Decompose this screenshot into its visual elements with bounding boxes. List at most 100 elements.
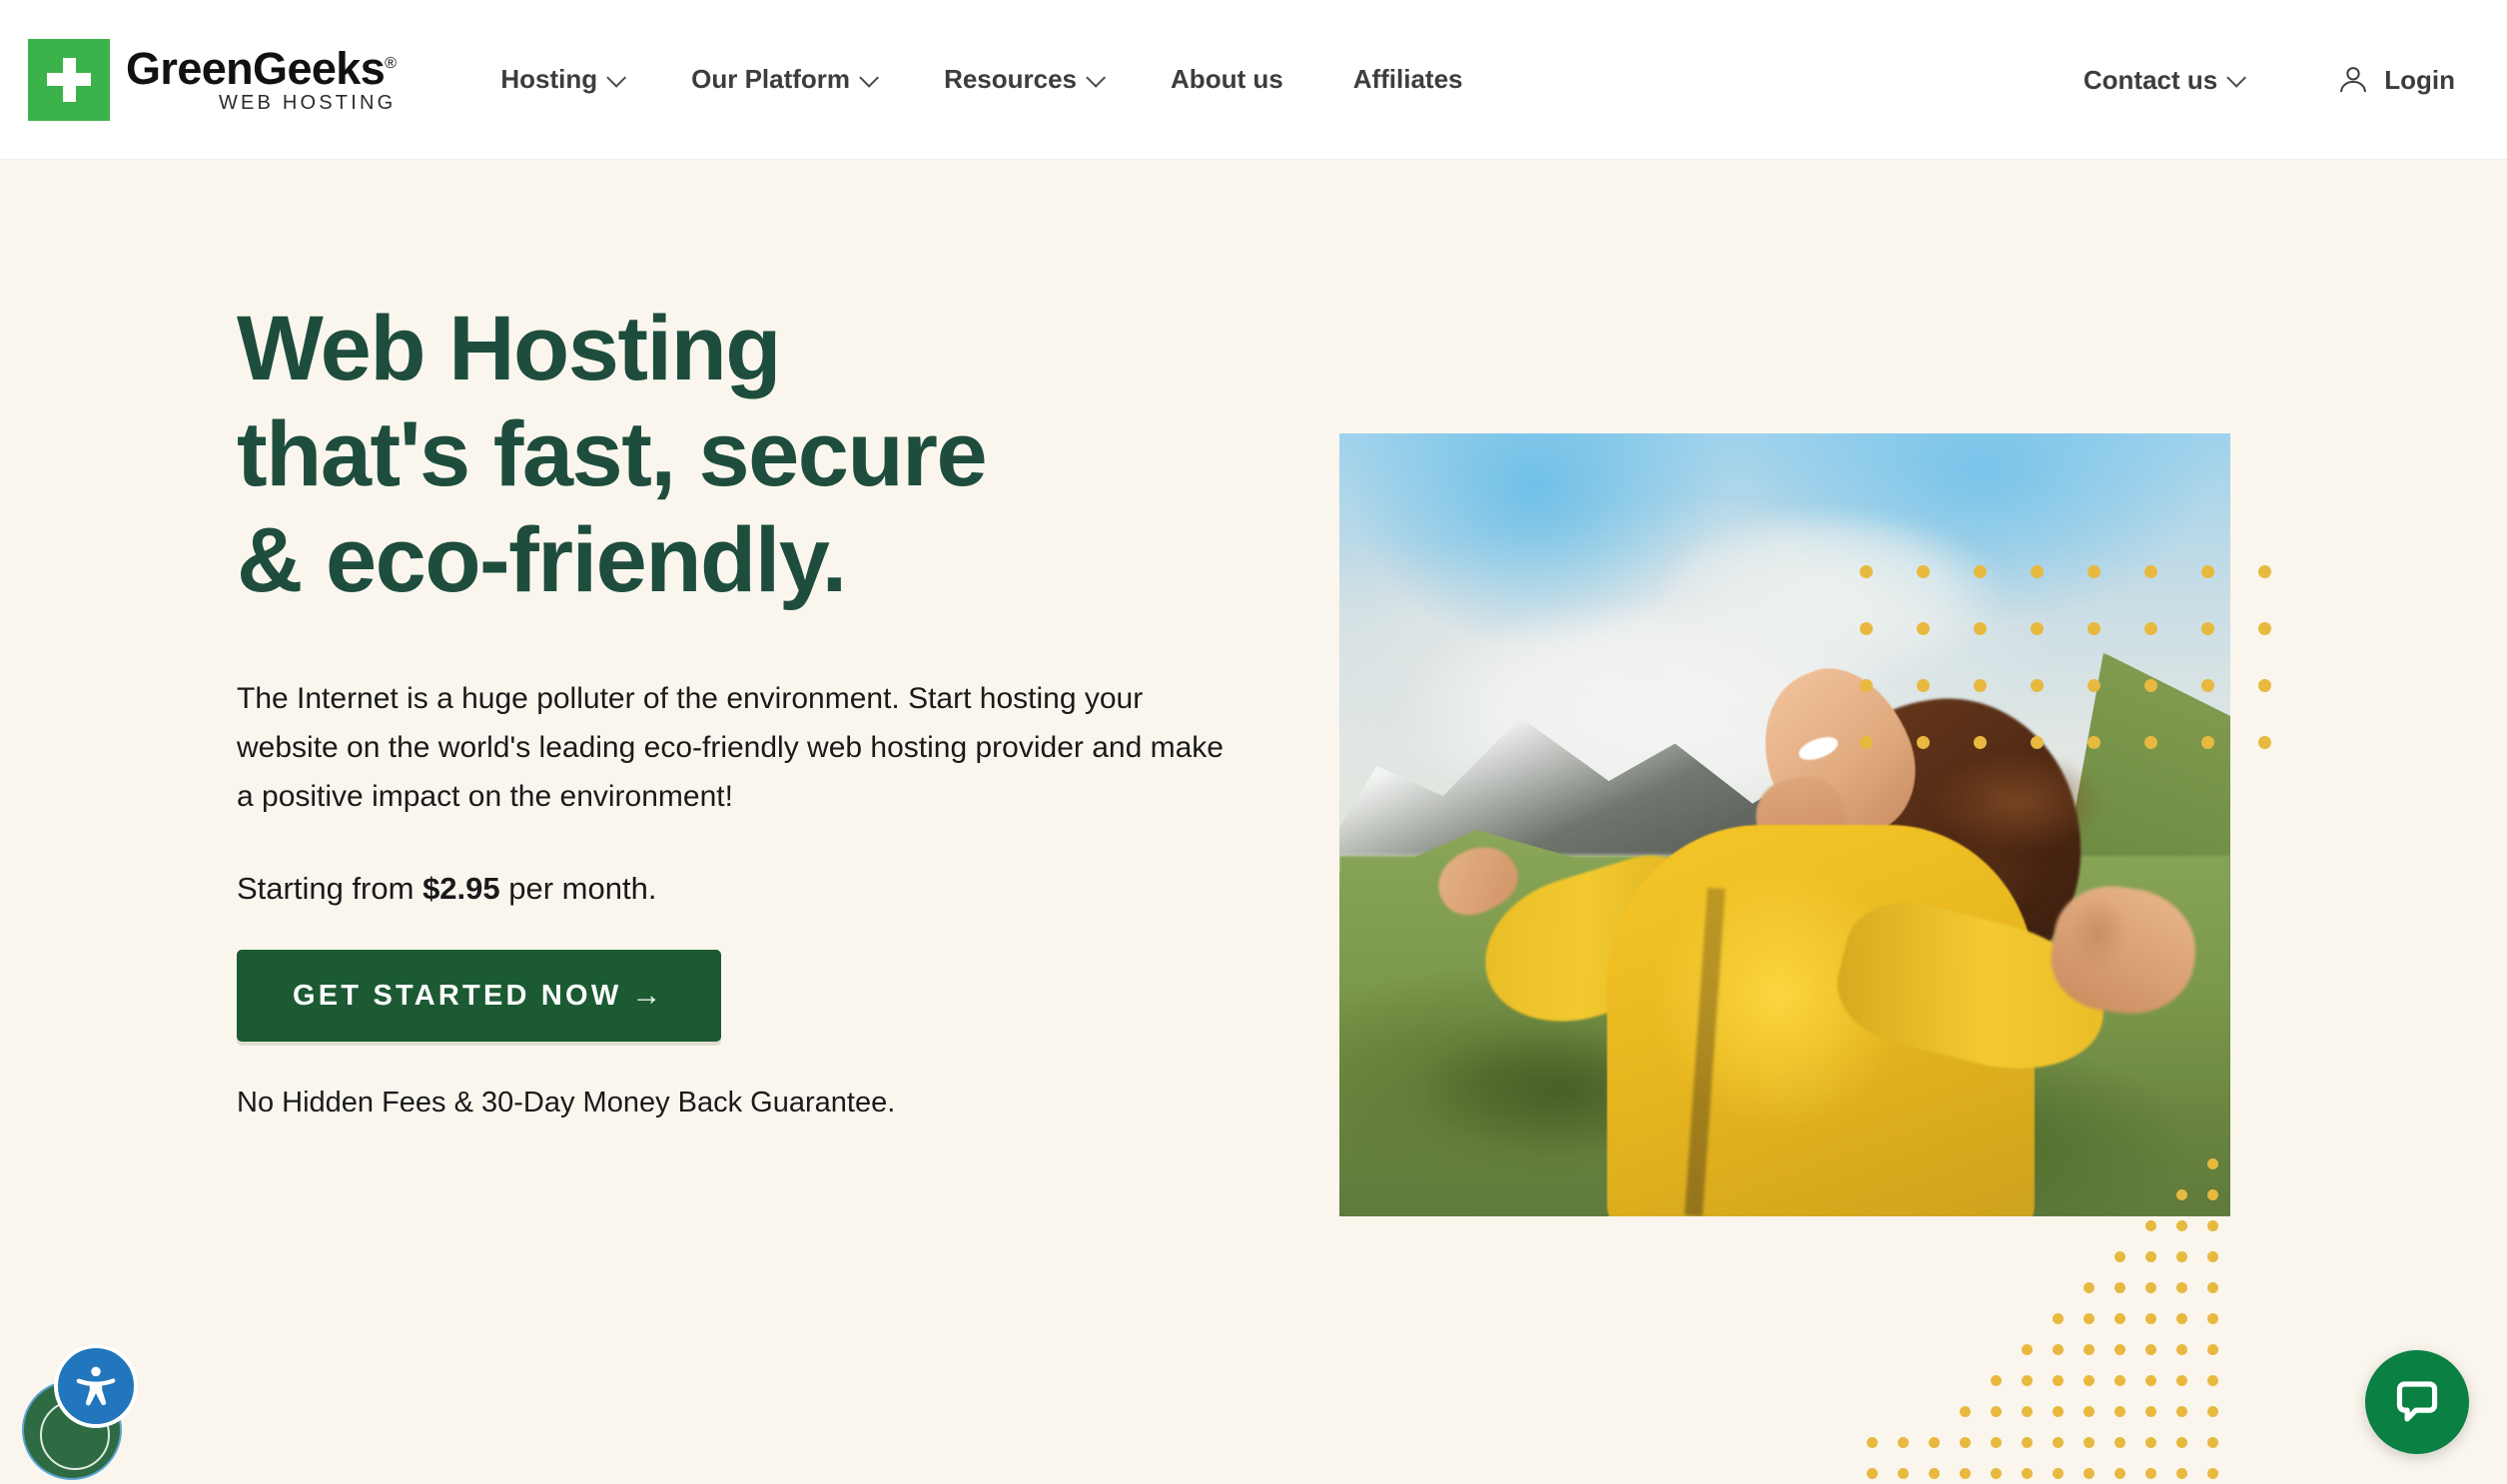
decor-dot [2207, 1313, 2218, 1324]
nav-label: Resources [944, 64, 1078, 94]
decor-dot [2207, 1468, 2218, 1479]
guarantee-note: No Hidden Fees & 30-Day Money Back Guara… [237, 1087, 896, 1119]
nav-item-our-platform[interactable]: Our Platform [656, 64, 909, 95]
hero-copy: Web Hosting that's fast, secure & eco-fr… [237, 297, 1305, 1119]
hero-photo [1339, 433, 2230, 1216]
primary-nav: Hosting Our Platform Resources About us … [465, 64, 1497, 95]
decor-dot [1991, 1437, 2002, 1448]
decor-dot [2258, 679, 2271, 692]
login-label: Login [2384, 64, 2455, 95]
decor-dot [2114, 1375, 2125, 1386]
decor-dot [2084, 1344, 2094, 1355]
chevron-down-icon [859, 67, 880, 88]
decor-dot [1960, 1437, 1971, 1448]
decor-dot [2145, 1344, 2156, 1355]
decor-dot [2145, 1251, 2156, 1262]
logo-tagline: WEB HOSTING [218, 92, 397, 114]
registered-mark: ® [385, 55, 397, 72]
decor-dot [2176, 1282, 2187, 1293]
decor-dot [2145, 1468, 2156, 1479]
decor-dot [2207, 1282, 2218, 1293]
decor-dot [2207, 1437, 2218, 1448]
nav-item-affiliates[interactable]: Affiliates [1318, 64, 1498, 95]
decor-dot [2207, 1251, 2218, 1262]
nav-item-about-us[interactable]: About us [1136, 64, 1318, 95]
hero-paragraph: The Internet is a huge polluter of the e… [237, 682, 1224, 813]
decor-dot [2022, 1406, 2033, 1417]
title-line-2: that's fast, secure [237, 402, 988, 505]
decor-dot [2084, 1406, 2094, 1417]
decor-dot [2145, 1437, 2156, 1448]
decor-dot [2114, 1251, 2125, 1262]
decor-dot [2114, 1282, 2125, 1293]
nav-label: About us [1171, 64, 1283, 94]
nav-item-contact-us[interactable]: Contact us [2049, 65, 2276, 96]
decor-dot [2176, 1375, 2187, 1386]
chevron-down-icon [606, 67, 627, 88]
decor-dot [2022, 1468, 2033, 1479]
decor-dot [2114, 1468, 2125, 1479]
decor-dot [2207, 1375, 2218, 1386]
decor-dot [2053, 1344, 2064, 1355]
logo-word-text: GreenGeeks [126, 43, 386, 94]
hero-section: Web Hosting that's fast, secure & eco-fr… [0, 160, 2507, 1484]
chevron-down-icon [1086, 67, 1107, 88]
decor-dot [2022, 1437, 2033, 1448]
live-chat-button[interactable] [2365, 1350, 2469, 1454]
decor-dot [2145, 1406, 2156, 1417]
get-started-button[interactable]: GET STARTED NOW → [237, 950, 721, 1043]
nav-item-resources[interactable]: Resources [909, 64, 1136, 95]
login-link[interactable]: Login [2276, 63, 2455, 97]
decor-dot [2176, 1251, 2187, 1262]
decor-dot [1898, 1468, 1909, 1479]
decor-dot [2176, 1468, 2187, 1479]
decor-dot [1867, 1468, 1878, 1479]
decor-dot [2084, 1468, 2094, 1479]
accessibility-button[interactable] [54, 1344, 138, 1428]
decor-dot [2053, 1468, 2064, 1479]
decor-dot [2114, 1406, 2125, 1417]
decor-dot [2022, 1375, 2033, 1386]
chat-bubble-icon [2396, 1381, 2438, 1422]
decor-dot [2207, 1344, 2218, 1355]
decor-dot [2176, 1406, 2187, 1417]
hero-image [1339, 433, 2230, 1216]
decor-dot [2145, 1220, 2156, 1231]
photo-woman [1339, 433, 2230, 1216]
decor-dot [2114, 1313, 2125, 1324]
logo-wordmark: GreenGeeks® [126, 43, 397, 94]
price-suffix: per month. [499, 871, 657, 907]
nav-label: Our Platform [691, 64, 851, 94]
nav-item-hosting[interactable]: Hosting [465, 64, 656, 95]
decor-dot [2084, 1282, 2094, 1293]
decor-dot [2258, 565, 2271, 578]
decor-dot [2053, 1406, 2064, 1417]
decor-dot [2258, 736, 2271, 749]
decor-dot [2053, 1375, 2064, 1386]
decor-dot [2176, 1220, 2187, 1231]
logo[interactable]: GreenGeeks® WEB HOSTING [28, 30, 397, 130]
decor-dot [2053, 1313, 2064, 1324]
decor-dot [1929, 1468, 1940, 1479]
decor-dot [2176, 1313, 2187, 1324]
decor-dot [1898, 1437, 1909, 1448]
decor-dot [2176, 1437, 2187, 1448]
hero-price-line: Starting from $2.95 per month. [237, 871, 1305, 907]
decor-dot [1991, 1375, 2002, 1386]
user-icon [2340, 67, 2367, 93]
plus-icon [28, 38, 110, 121]
price-prefix: Starting from [237, 871, 423, 907]
decor-dot [1929, 1437, 1940, 1448]
nav-label: Contact us [2083, 64, 2218, 95]
decor-dot [2084, 1375, 2094, 1386]
decor-dot [1991, 1406, 2002, 1417]
cta-label: GET STARTED NOW [293, 979, 622, 1012]
decor-dot [2145, 1375, 2156, 1386]
accessibility-widget[interactable] [22, 1340, 162, 1480]
decor-dot [1991, 1468, 2002, 1479]
decor-dot [1867, 1437, 1878, 1448]
decor-dot [2084, 1313, 2094, 1324]
accessibility-person-icon [76, 1366, 116, 1406]
nav-label: Hosting [500, 64, 598, 94]
decor-dot [1960, 1406, 1971, 1417]
